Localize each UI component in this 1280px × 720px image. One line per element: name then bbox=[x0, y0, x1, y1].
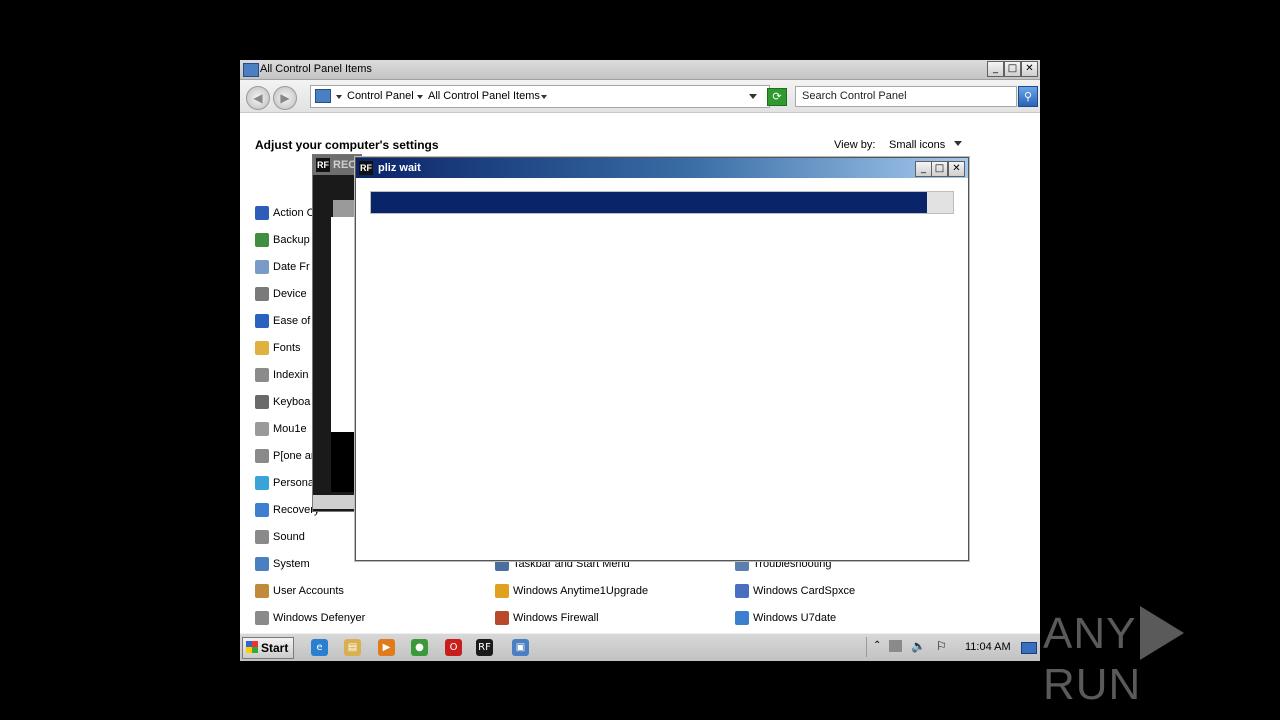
recovery-icon bbox=[255, 503, 269, 517]
speaker-icon bbox=[255, 530, 269, 544]
control-panel-icon bbox=[243, 63, 259, 77]
keyboard-icon bbox=[255, 395, 269, 409]
folder-icon bbox=[255, 341, 269, 355]
control-panel-item-label: Date Fr bbox=[273, 261, 310, 273]
opera-icon[interactable]: O bbox=[445, 639, 462, 656]
search-placeholder: Search Control Panel bbox=[802, 90, 907, 102]
chevron-down-icon[interactable] bbox=[541, 95, 547, 99]
clock-icon bbox=[255, 260, 269, 274]
control-panel-icon[interactable]: ▣ bbox=[512, 639, 529, 656]
control-panel-item-label: System bbox=[273, 558, 310, 570]
flag-icon[interactable]: ⚐ bbox=[936, 639, 947, 653]
background-app-title: REC bbox=[333, 159, 357, 171]
cardspace-icon bbox=[735, 584, 749, 598]
action-center-icon[interactable] bbox=[889, 640, 902, 652]
page-title: Adjust your computer's settings bbox=[255, 138, 439, 152]
taskbar: Start e ▤ ▶ ● O RF ▣ ⌃ 🔈 ⚐ 11:04 AM bbox=[240, 633, 1040, 661]
chrome-icon[interactable]: ● bbox=[411, 639, 428, 656]
window-titlebar[interactable]: All Control Panel Items _ □ ✕ bbox=[240, 60, 1040, 80]
maximize-button[interactable]: □ bbox=[1004, 61, 1021, 77]
watermark-text-left: ANY bbox=[1043, 609, 1137, 658]
background-app-titlebar[interactable]: RF REC bbox=[313, 155, 361, 175]
windows-icon bbox=[495, 584, 509, 598]
ease-of-access-icon bbox=[255, 314, 269, 328]
control-panel-item-label: Device bbox=[273, 288, 307, 300]
search-icon[interactable]: ⚲ bbox=[1018, 86, 1038, 107]
wait-dialog: RF pliz wait _ □ ✕ bbox=[355, 157, 969, 561]
maximize-button[interactable]: □ bbox=[931, 161, 948, 177]
control-panel-item-label: Windows U7date bbox=[753, 612, 837, 624]
dialog-titlebar[interactable]: RF pliz wait _ □ ✕ bbox=[356, 158, 968, 178]
backup-icon bbox=[255, 233, 269, 247]
users-icon bbox=[255, 584, 269, 598]
control-panel-item-label: Keyboa bbox=[273, 396, 311, 408]
media-player-icon[interactable]: ▶ bbox=[378, 639, 395, 656]
volume-icon[interactable]: 🔈 bbox=[911, 639, 926, 653]
control-panel-item-label: Indexin bbox=[273, 369, 309, 381]
minimize-button[interactable]: _ bbox=[987, 61, 1004, 77]
minimize-button[interactable]: _ bbox=[915, 161, 932, 177]
control-panel-item-label: Windows Defenyer bbox=[273, 612, 366, 624]
progress-fill bbox=[371, 192, 927, 213]
back-arrow-icon[interactable]: ◀ bbox=[246, 86, 270, 110]
internet-explorer-icon[interactable]: e bbox=[311, 639, 328, 656]
chevron-down-icon bbox=[954, 141, 963, 146]
refresh-icon[interactable]: ⟳ bbox=[767, 88, 787, 106]
show-hidden-icons-icon[interactable]: ⌃ bbox=[873, 640, 881, 651]
rf-app-icon: RF bbox=[359, 161, 373, 175]
chevron-down-icon[interactable] bbox=[336, 95, 342, 99]
background-app-footer bbox=[313, 495, 361, 509]
explorer-folder-icon[interactable]: ▤ bbox=[344, 639, 361, 656]
address-bar[interactable]: Control Panel All Control Panel Items bbox=[310, 85, 770, 108]
rf-app-icon[interactable]: RF bbox=[476, 639, 493, 656]
play-logo-icon bbox=[1140, 606, 1185, 660]
control-panel-icon bbox=[315, 89, 331, 103]
control-panel-item-label: Windows Anytime1Upgrade bbox=[513, 585, 649, 597]
device-icon bbox=[255, 287, 269, 301]
address-dropdown-icon[interactable] bbox=[749, 94, 757, 99]
navigation-bar: ◀ ▶ Control Panel All Control Panel Item… bbox=[240, 80, 1040, 113]
rf-app-icon: RF bbox=[316, 158, 330, 172]
show-desktop-icon[interactable] bbox=[1021, 642, 1037, 654]
dialog-title: pliz wait bbox=[378, 162, 421, 174]
clock[interactable]: 11:04 AM bbox=[965, 641, 1011, 653]
personalization-icon bbox=[255, 476, 269, 490]
control-panel-item-label: Sound bbox=[273, 531, 305, 543]
forward-arrow-icon[interactable]: ▶ bbox=[273, 86, 297, 110]
view-by-dropdown[interactable]: Small icons bbox=[889, 139, 963, 151]
progress-bar bbox=[370, 191, 954, 214]
window-title: All Control Panel Items bbox=[260, 63, 372, 75]
indexing-icon bbox=[255, 368, 269, 382]
search-input[interactable]: Search Control Panel bbox=[795, 86, 1017, 107]
control-panel-item-label: Action C bbox=[273, 207, 315, 219]
close-button[interactable]: ✕ bbox=[948, 161, 965, 177]
anyrun-watermark: ANYRUN bbox=[1043, 606, 1280, 710]
phone-icon bbox=[255, 449, 269, 463]
chevron-down-icon[interactable] bbox=[417, 95, 423, 99]
view-by-value: Small icons bbox=[889, 139, 946, 151]
update-icon bbox=[735, 611, 749, 625]
control-panel-item-label: Windows CardSpxce bbox=[753, 585, 856, 597]
control-panel-item-label: Mou1e bbox=[273, 423, 307, 435]
defender-icon bbox=[255, 611, 269, 625]
close-button[interactable]: ✕ bbox=[1021, 61, 1038, 77]
watermark-text-right: RUN bbox=[1043, 660, 1142, 709]
system-tray: ⌃ 🔈 ⚐ bbox=[866, 637, 1039, 657]
flag-icon bbox=[255, 206, 269, 220]
mouse-icon bbox=[255, 422, 269, 436]
control-panel-item-label: User Accounts bbox=[273, 585, 344, 597]
start-label: Start bbox=[261, 641, 289, 655]
control-panel-item-label: Fonts bbox=[273, 342, 301, 354]
breadcrumb-control-panel[interactable]: Control Panel bbox=[347, 90, 414, 102]
breadcrumb-all-items[interactable]: All Control Panel Items bbox=[428, 90, 540, 102]
windows-logo-icon bbox=[246, 641, 258, 653]
start-button[interactable]: Start bbox=[242, 637, 294, 659]
system-icon bbox=[255, 557, 269, 571]
view-by-label: View by: bbox=[834, 139, 876, 151]
firewall-icon bbox=[495, 611, 509, 625]
control-panel-item-label: Windows Firewall bbox=[513, 612, 599, 624]
